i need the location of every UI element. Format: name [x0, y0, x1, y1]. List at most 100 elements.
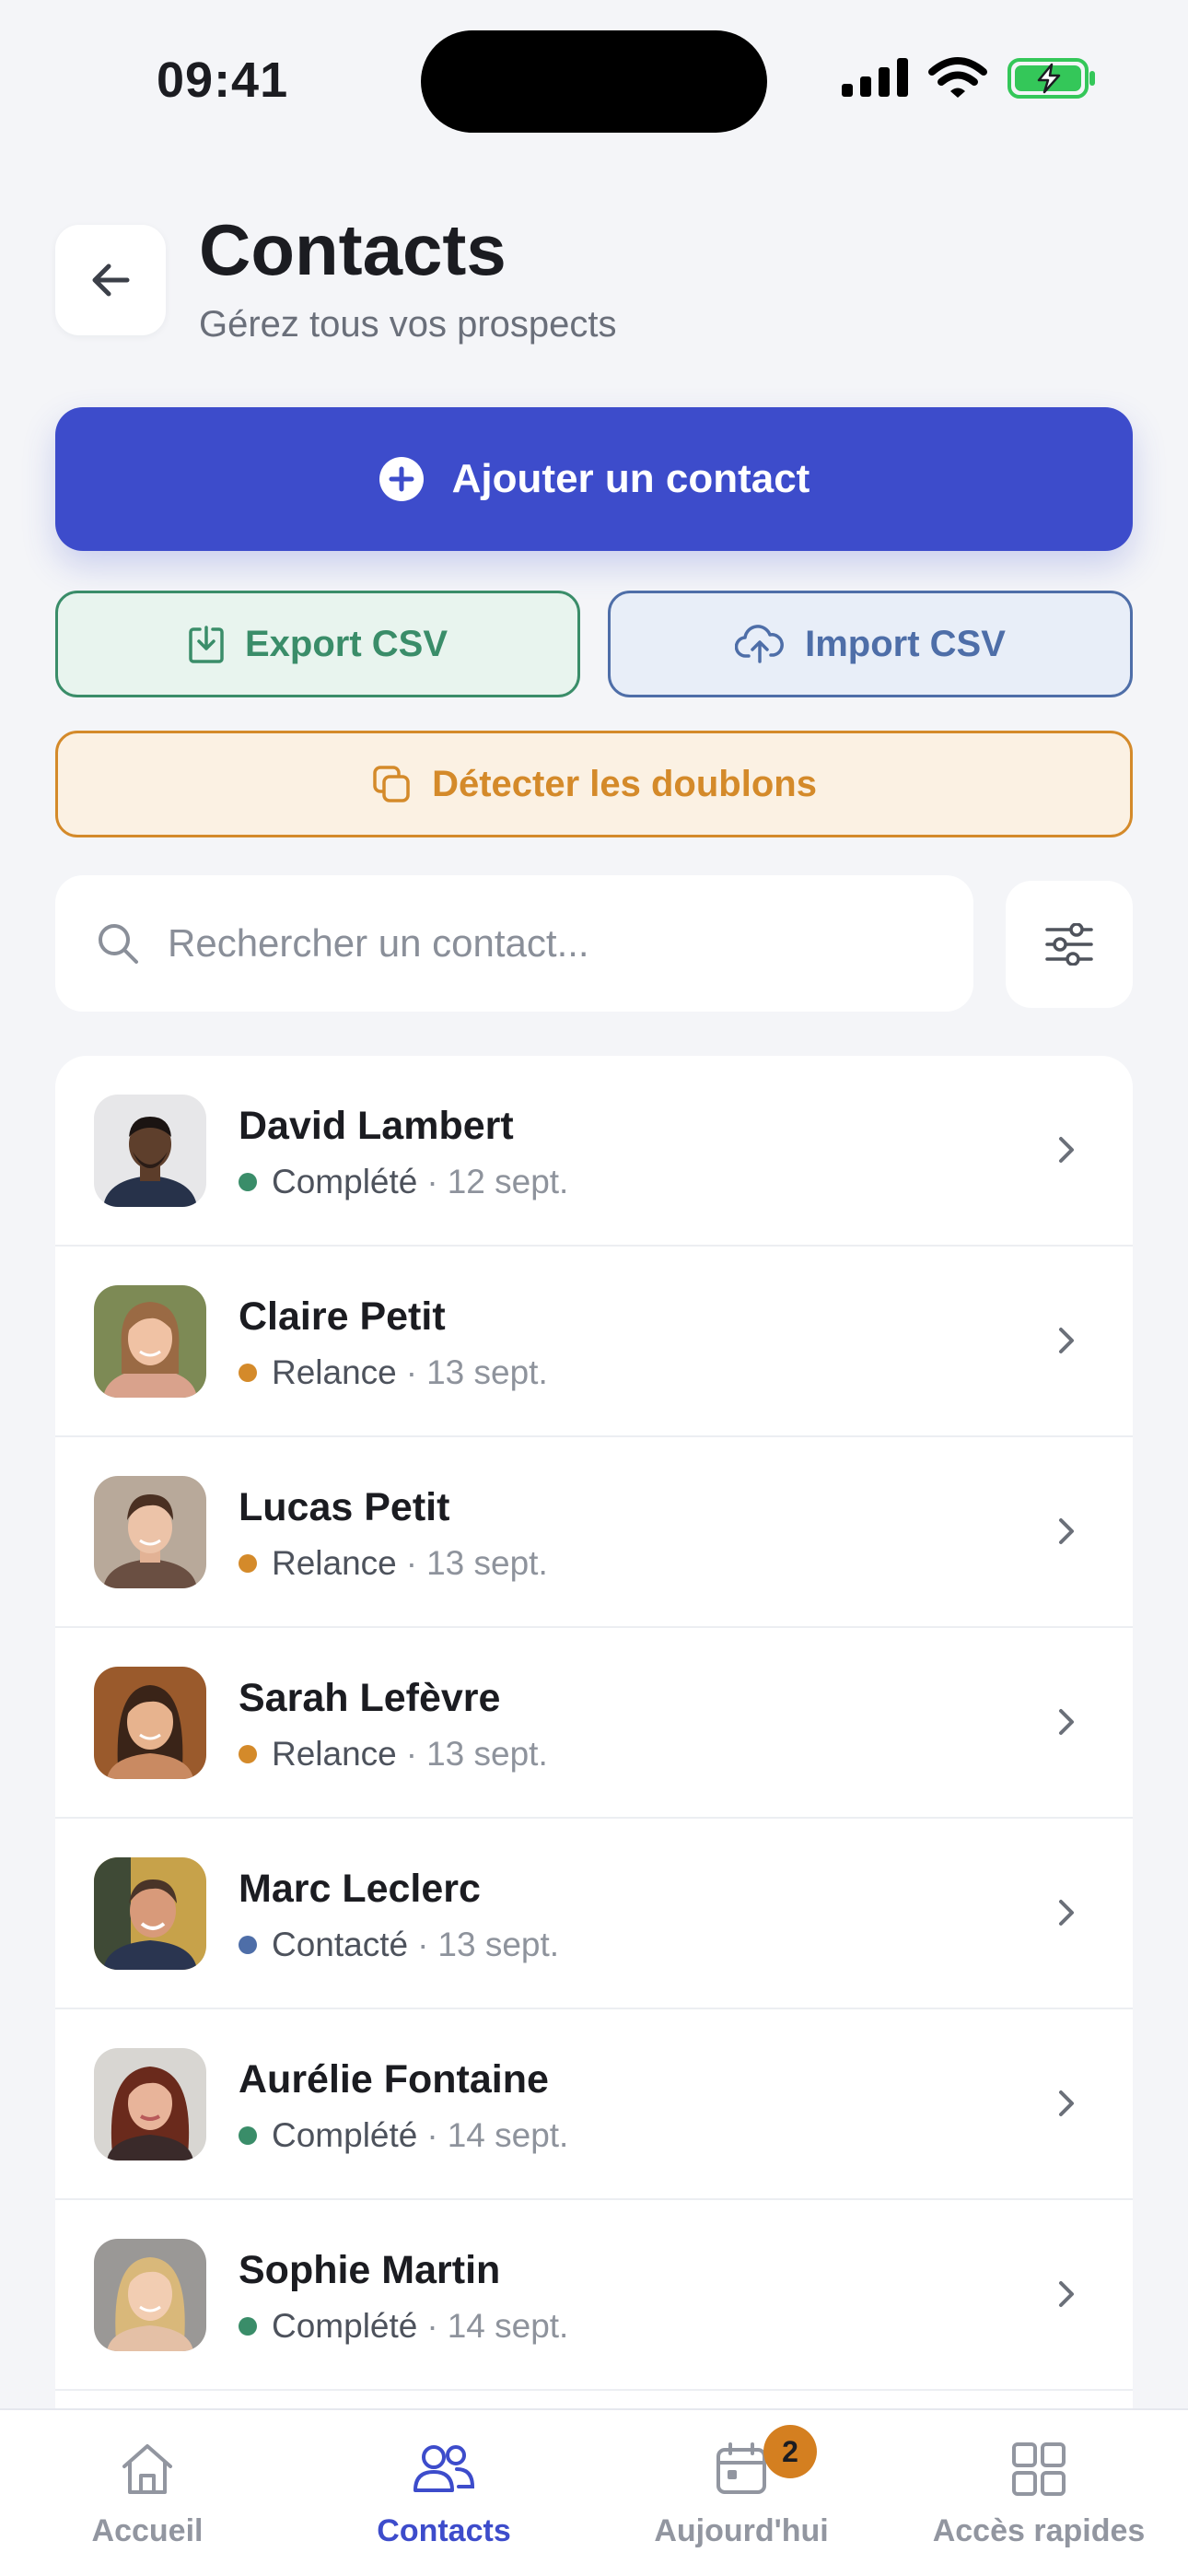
meta-separator: ·	[426, 1163, 438, 1200]
contact-name: David Lambert	[239, 1104, 514, 1148]
nav-item-aujourdhui[interactable]: 2 Aujourd'hui	[594, 2425, 889, 2549]
contact-name: Sarah Lefèvre	[239, 1676, 501, 1720]
contact-row[interactable]: David Lambert Complété · 12 sept.	[55, 1056, 1133, 1247]
avatar	[94, 1285, 206, 1398]
chevron-right-icon	[1059, 1328, 1074, 1353]
contact-name: Claire Petit	[239, 1294, 446, 1339]
status-dot	[239, 2126, 257, 2145]
calendar-icon	[716, 2442, 766, 2494]
contacts-screen: 09:41 Contacts Gérez tous vos prospects	[0, 0, 1188, 2576]
contact-meta: Complété · 14 sept.	[239, 2116, 568, 2155]
dynamic-island	[421, 30, 767, 133]
nav-label-aujourdhui: Aujourd'hui	[654, 2513, 829, 2548]
contact-date: 13 sept.	[426, 1353, 548, 1391]
contact-status: Complété	[272, 2116, 418, 2154]
meta-separator: ·	[426, 2116, 438, 2154]
export-csv-label: Export CSV	[244, 623, 448, 664]
chevron-right-icon	[1059, 1518, 1074, 1544]
chevron-right-icon	[1059, 1137, 1074, 1163]
contacts-icon	[413, 2445, 475, 2492]
contact-date: 14 sept.	[447, 2307, 569, 2345]
search-bar[interactable]	[55, 875, 973, 1012]
page-title: Contacts	[199, 209, 507, 290]
plus-circle-icon	[379, 457, 424, 501]
detect-duplicates-button[interactable]: Détecter les doublons	[55, 731, 1133, 837]
avatar	[94, 2048, 206, 2160]
contact-name: Marc Leclerc	[239, 1867, 481, 1911]
nav-label-acces-rapides: Accès rapides	[932, 2513, 1146, 2548]
contact-name: Lucas Petit	[239, 1485, 450, 1529]
contact-meta: Relance · 13 sept.	[239, 1353, 548, 1392]
status-dot	[239, 1364, 257, 1382]
contact-row[interactable]: Aurélie Fontaine Complété · 14 sept.	[55, 2009, 1133, 2200]
contact-meta: Relance · 13 sept.	[239, 1544, 548, 1583]
import-csv-label: Import CSV	[805, 623, 1006, 664]
meta-separator: ·	[426, 2307, 438, 2345]
signal-icon	[842, 58, 908, 97]
status-time: 09:41	[157, 53, 289, 108]
search-icon	[99, 924, 138, 964]
nav-item-acces-rapides[interactable]: Accès rapides	[891, 2432, 1186, 2549]
meta-separator: ·	[417, 1926, 429, 1963]
contact-date: 14 sept.	[447, 2116, 569, 2154]
add-contact-button[interactable]: Ajouter un contact	[55, 407, 1133, 551]
avatar	[94, 1667, 206, 1779]
avatar	[94, 1095, 206, 1207]
avatar	[94, 1857, 206, 1970]
status-dot	[239, 1554, 257, 1573]
chevron-right-icon	[1059, 2281, 1074, 2307]
page-subtitle: Gérez tous vos prospects	[199, 304, 617, 345]
export-csv-button[interactable]: Export CSV	[55, 591, 580, 697]
avatar	[94, 1476, 206, 1588]
wifi-icon	[928, 57, 987, 98]
status-dot	[239, 2317, 257, 2336]
status-icons	[842, 57, 1096, 100]
contact-row[interactable]: Marc Leclerc Contacté · 13 sept.	[55, 1819, 1133, 2009]
contact-date: 13 sept.	[437, 1926, 560, 1963]
cloud-upload-icon	[735, 625, 785, 663]
import-csv-button[interactable]: Import CSV	[608, 591, 1133, 697]
nav-item-contacts[interactable]: Contacts	[297, 2432, 591, 2549]
chevron-right-icon	[1059, 1900, 1074, 1926]
contact-status: Complété	[272, 1163, 418, 1200]
arrow-left-icon	[92, 263, 130, 297]
contact-status: Relance	[272, 1544, 397, 1582]
filter-button[interactable]	[1006, 881, 1133, 1008]
status-dot	[239, 1936, 257, 1954]
contact-date: 13 sept.	[426, 1544, 548, 1582]
detect-duplicates-label: Détecter les doublons	[432, 763, 817, 804]
chevron-right-icon	[1059, 2090, 1074, 2116]
contact-row[interactable]: Sarah Lefèvre Relance · 13 sept.	[55, 1628, 1133, 1819]
contact-status: Contacté	[272, 1926, 409, 1963]
contact-meta: Relance · 13 sept.	[239, 1735, 548, 1774]
meta-separator: ·	[405, 1544, 418, 1582]
add-contact-label: Ajouter un contact	[451, 456, 810, 501]
chevron-right-icon	[1059, 1709, 1074, 1735]
contact-date: 12 sept.	[447, 1163, 569, 1200]
contact-date: 13 sept.	[426, 1735, 548, 1773]
contact-name: Sophie Martin	[239, 2248, 501, 2292]
back-button[interactable]	[55, 225, 166, 335]
status-dot	[239, 1173, 257, 1191]
contact-meta: Complété · 14 sept.	[239, 2307, 568, 2346]
contact-row[interactable]: Claire Petit Relance · 13 sept.	[55, 1247, 1133, 1437]
contact-row[interactable]: Lucas Petit Relance · 13 sept.	[55, 1437, 1133, 1628]
nav-label-accueil: Accueil	[91, 2513, 204, 2548]
contact-meta: Complété · 12 sept.	[239, 1163, 568, 1201]
contact-row[interactable]: Sophie Martin Complété · 14 sept.	[55, 2200, 1133, 2391]
meta-separator: ·	[405, 1735, 418, 1773]
contact-list: David Lambert Complété · 12 sept. Claire…	[55, 1056, 1133, 2438]
sliders-icon	[1045, 923, 1093, 966]
nav-label-contacts: Contacts	[377, 2513, 511, 2548]
nav-item-accueil[interactable]: Accueil	[0, 2432, 295, 2549]
contact-status: Relance	[272, 1735, 397, 1773]
status-dot	[239, 1745, 257, 1763]
grid-icon	[1012, 2442, 1066, 2496]
search-input[interactable]	[168, 921, 923, 966]
home-icon	[122, 2444, 172, 2494]
notification-badge: 2	[763, 2425, 817, 2478]
download-icon	[189, 626, 224, 663]
contact-meta: Contacté · 13 sept.	[239, 1926, 559, 1964]
copy-icon	[373, 766, 410, 802]
meta-separator: ·	[405, 1353, 418, 1391]
